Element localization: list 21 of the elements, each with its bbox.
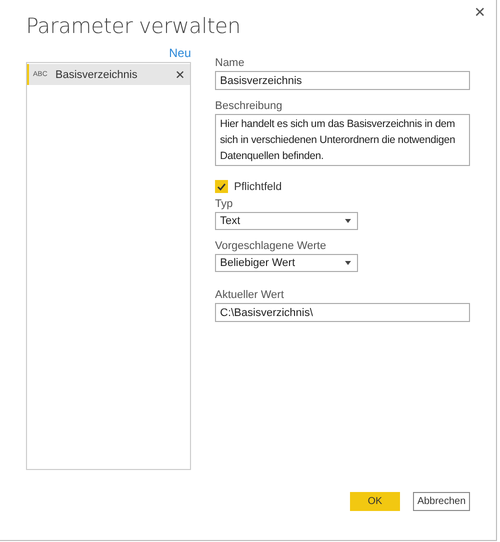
current-value-label: Aktueller Wert: [215, 289, 285, 301]
new-link[interactable]: Neu: [168, 46, 191, 60]
window-title: Parameter verwalten: [26, 14, 242, 38]
required-label: Pflichtfeld: [234, 180, 282, 192]
name-label: Name: [215, 57, 246, 69]
current-value-field[interactable]: C:\Basisverzichnis\: [215, 303, 470, 322]
type-dropdown[interactable]: Text: [215, 212, 358, 230]
required-checkbox[interactable]: [215, 180, 228, 193]
suggested-values-dropdown[interactable]: Beliebiger Wert: [215, 254, 358, 272]
description-field[interactable]: Hier handelt es sich um das Basisverzeichnis in dem sich in verschiedenen Unterordnern die notwendigen Datenquellen befinden.: [215, 114, 470, 166]
caret-icon: [345, 261, 351, 265]
caret-icon: [345, 219, 351, 223]
cancel-button[interactable]: Abbrechen: [413, 492, 470, 511]
description-label: Beschreibung: [215, 100, 284, 112]
close-button[interactable]: ✕: [470, 2, 490, 22]
remove-button[interactable]: ✕: [175, 68, 185, 82]
ok-button[interactable]: OK: [350, 492, 400, 511]
name-field[interactable]: Basisverzeichnis: [215, 71, 470, 90]
suggested-values-label: Vorgeschlagene Werte: [215, 240, 328, 252]
type-label: Typ: [215, 198, 234, 210]
parameter-name: Basisverzeichnis: [55, 68, 138, 80]
